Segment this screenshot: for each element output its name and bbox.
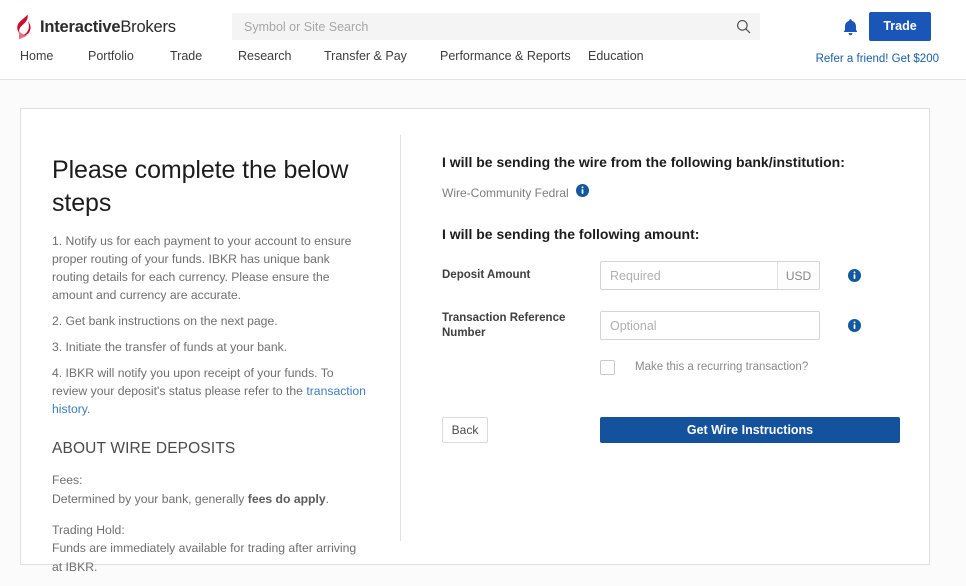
wire-form-column: I will be sending the wire from the foll… — [442, 154, 902, 443]
main-navigation: Home Portfolio Trade Research Transfer &… — [0, 48, 760, 72]
currency-suffix-usd: USD — [777, 262, 819, 290]
step-3-text: 3. Initiate the transfer of funds at you… — [52, 339, 288, 354]
nav-item-performance-reports[interactable]: Performance & Reports — [440, 48, 571, 64]
deposit-amount-info-button[interactable] — [848, 269, 861, 283]
nav-item-research[interactable]: Research — [238, 48, 292, 64]
recurring-transaction-checkbox[interactable] — [600, 359, 615, 375]
search-icon — [736, 20, 750, 34]
back-button[interactable]: Back — [442, 416, 488, 443]
step-item-1: 1. Notify us for each payment to your ac… — [52, 233, 367, 305]
transaction-reference-input-group[interactable] — [600, 311, 820, 341]
about-wire-deposits-heading: ABOUT WIRE DEPOSITS — [52, 440, 236, 458]
fees-label: Fees: — [52, 473, 83, 488]
nav-item-home[interactable]: Home — [20, 48, 53, 64]
info-icon — [848, 269, 861, 283]
logo-text-regular: Brokers — [120, 17, 176, 36]
recurring-transaction-label: Make this a recurring transaction? — [635, 361, 809, 374]
ibkr-logo-text: InteractiveBrokers — [40, 19, 176, 36]
transaction-reference-info-button[interactable] — [848, 319, 861, 333]
recurring-transaction-row: Make this a recurring transaction? — [600, 359, 902, 375]
form-actions: Back Get Wire Instructions — [442, 416, 902, 443]
trading-hold-text: Funds are immediately available for trad… — [52, 541, 357, 574]
get-wire-instructions-button[interactable]: Get Wire Instructions — [600, 416, 900, 443]
info-block-fees: Fees: Determined by your bank, generally… — [52, 471, 367, 508]
trade-button[interactable]: Trade — [869, 12, 931, 41]
nav-item-education[interactable]: Education — [588, 48, 644, 64]
selected-bank-name: Wire-Community Fedral — [442, 185, 569, 200]
info-block-trading-hold: Trading Hold: Funds are immediately avai… — [52, 521, 367, 576]
step-4-text: 4. IBKR will notify you upon receipt of … — [52, 365, 334, 398]
fees-text: Determined by your bank, generally fees … — [52, 490, 367, 508]
transaction-reference-row: Transaction Reference Number — [442, 306, 902, 346]
step-1-text: 1. Notify us for each payment to your ac… — [52, 234, 352, 302]
info-icon — [848, 319, 861, 333]
step-2-text: 2. Get bank instructions on the next pag… — [52, 313, 278, 328]
page-root: InteractiveBrokers Trade Home Portfolio … — [0, 0, 966, 586]
step-item-3: 3. Initiate the transfer of funds at you… — [52, 339, 367, 357]
selected-bank-row: Wire-Community Fedral — [442, 183, 902, 202]
amount-question-label: I will be sending the following amount: — [442, 225, 700, 242]
instructions-column: Please complete the below steps 1. Notif… — [52, 154, 367, 586]
transaction-reference-label: Transaction Reference Number — [442, 311, 566, 339]
page-title: Please complete the below steps — [52, 156, 349, 217]
bank-question-label: I will be sending the wire from the foll… — [442, 154, 845, 170]
step-item-2: 2. Get bank instructions on the next pag… — [52, 313, 367, 331]
trading-hold-label: Trading Hold: — [52, 523, 125, 538]
deposit-amount-input-group[interactable]: USD — [600, 261, 820, 291]
fees-text-after: . — [325, 491, 330, 506]
deposit-amount-row: Deposit Amount USD — [442, 256, 902, 296]
ibkr-logo-mark — [17, 14, 31, 40]
logo-text-bold: Interactive — [40, 17, 121, 36]
deposit-amount-input[interactable] — [601, 262, 777, 290]
fees-text-before: Determined by your bank, generally — [52, 491, 248, 506]
nav-item-transfer-and-pay[interactable]: Transfer & Pay — [324, 48, 407, 64]
ibkr-logo[interactable]: InteractiveBrokers — [16, 13, 176, 41]
step-item-4: 4. IBKR will notify you upon receipt of … — [52, 365, 367, 419]
search-input[interactable] — [232, 13, 726, 40]
notification-bell-icon — [843, 18, 857, 35]
fees-text-bold: fees do apply — [247, 491, 326, 506]
site-search[interactable] — [232, 13, 760, 40]
notifications-button[interactable] — [838, 14, 862, 40]
step-4-text-end: . — [87, 401, 91, 416]
refer-a-friend-link[interactable]: Refer a friend! Get $200 — [816, 52, 939, 66]
site-header: InteractiveBrokers Trade Home Portfolio … — [0, 0, 966, 80]
deposit-amount-label: Deposit Amount — [442, 269, 531, 282]
info-icon — [575, 183, 589, 197]
nav-item-trade[interactable]: Trade — [170, 48, 202, 64]
nav-item-portfolio[interactable]: Portfolio — [88, 48, 134, 64]
bank-info-icon-wrap[interactable] — [575, 183, 589, 202]
search-submit-button[interactable] — [726, 13, 760, 40]
column-divider — [400, 135, 401, 541]
wire-deposit-card: Please complete the below steps 1. Notif… — [20, 108, 930, 574]
transaction-reference-input[interactable] — [601, 312, 819, 340]
